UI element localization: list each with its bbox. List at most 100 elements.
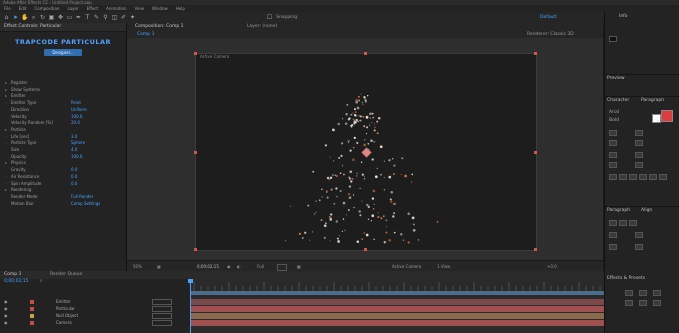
- preview-tab[interactable]: Preview: [607, 76, 625, 82]
- renderer-label[interactable]: Renderer: Classic 3D: [527, 31, 574, 38]
- clone-stamp-tool-icon[interactable]: ⚲: [102, 14, 109, 21]
- color-channel-icon[interactable]: ◐: [237, 263, 241, 270]
- effect-property-row[interactable]: ◦ Render Mode Full Render: [5, 194, 123, 199]
- effect-property-row[interactable]: ◦ Air Resistance 0.0: [5, 174, 123, 179]
- menu-help[interactable]: Help: [176, 5, 185, 12]
- paragraph-tab[interactable]: Paragraph: [641, 98, 664, 104]
- align-center-icon[interactable]: [619, 220, 627, 226]
- indent-right-icon[interactable]: [635, 232, 643, 238]
- effects-presets-tab[interactable]: Effects & Presets: [607, 276, 645, 282]
- font-style-select[interactable]: Bold: [609, 118, 619, 124]
- blend-mode-select[interactable]: [152, 299, 172, 305]
- layer-name[interactable]: Emitter: [56, 299, 71, 305]
- camera-select[interactable]: Active Camera: [392, 263, 421, 270]
- home-icon[interactable]: ⌂: [3, 14, 10, 21]
- timeline-search-icon[interactable]: ⌕: [40, 278, 43, 285]
- selection-tool-icon[interactable]: ➤: [12, 14, 19, 21]
- layer-name[interactable]: Camera: [56, 320, 72, 326]
- property-value[interactable]: Full Render: [71, 194, 93, 199]
- effect-property-row[interactable]: ◦ Direction Uniform: [5, 107, 123, 112]
- blend-mode-select[interactable]: [152, 313, 172, 319]
- grid-icon[interactable]: ▦: [157, 263, 161, 270]
- layer-label-color[interactable]: [30, 300, 34, 304]
- property-value[interactable]: 20.0: [71, 120, 80, 125]
- align-left-icon[interactable]: [609, 220, 617, 226]
- zoom-tool-icon[interactable]: ⌕: [30, 14, 37, 21]
- align-right-icon[interactable]: [629, 220, 637, 226]
- timeline-layer-row[interactable]: ◉ Null Object: [0, 313, 190, 319]
- stopwatch-icon[interactable]: ◦: [5, 154, 7, 159]
- playhead[interactable]: [190, 279, 191, 333]
- stopwatch-icon[interactable]: ◦: [5, 100, 7, 105]
- menu-edit[interactable]: Edit: [19, 5, 27, 12]
- hand-tool-icon[interactable]: ✋: [21, 14, 28, 21]
- timeline-current-time[interactable]: 0;00;02;15: [4, 278, 29, 285]
- effect-property-row[interactable]: ▸ Emitter: [5, 93, 123, 98]
- menu-composition[interactable]: Composition: [34, 5, 59, 12]
- exposure-value[interactable]: +0.0: [547, 263, 557, 270]
- baseline-shift-icon[interactable]: [609, 162, 617, 168]
- disclosure-triangle-icon[interactable]: ▸: [5, 87, 7, 92]
- property-value[interactable]: 100.0: [71, 114, 82, 119]
- stopwatch-icon[interactable]: ◦: [5, 174, 7, 179]
- render-queue-tab[interactable]: Render Queue: [50, 271, 82, 278]
- time-ruler[interactable]: [190, 279, 604, 291]
- visibility-eye-icon[interactable]: ◉: [4, 320, 8, 326]
- stopwatch-icon[interactable]: ◦: [5, 114, 7, 119]
- property-value[interactable]: 0.0: [71, 167, 77, 172]
- property-value[interactable]: Uniform: [71, 107, 87, 112]
- small-caps-icon[interactable]: [639, 174, 647, 180]
- snapping-checkbox-icon[interactable]: ☐: [266, 14, 273, 21]
- font-size-icon[interactable]: [609, 130, 617, 136]
- layer-name[interactable]: Null Object: [56, 313, 78, 319]
- effect-property-row[interactable]: ◦ Particle Type Sphere: [5, 140, 123, 145]
- eraser-tool-icon[interactable]: ◫: [111, 14, 118, 21]
- effect-property-row[interactable]: ◦ Opacity 100.0: [5, 154, 123, 159]
- effect-property-row[interactable]: ◦ Motion Blur Comp Settings: [5, 201, 123, 206]
- align-layer-center-icon[interactable]: [639, 290, 647, 296]
- rectangle-tool-icon[interactable]: ▭: [66, 14, 73, 21]
- stopwatch-icon[interactable]: ◦: [5, 201, 7, 206]
- faux-italic-icon[interactable]: [619, 174, 627, 180]
- vertical-scale-icon[interactable]: [609, 152, 617, 158]
- layer-name[interactable]: Particular: [56, 306, 75, 312]
- horizontal-scale-icon[interactable]: [635, 152, 643, 158]
- blend-mode-select[interactable]: [152, 320, 172, 326]
- stopwatch-icon[interactable]: ◦: [5, 181, 7, 186]
- disclosure-triangle-icon[interactable]: ▸: [5, 127, 7, 132]
- blend-mode-select[interactable]: [152, 306, 172, 312]
- effect-property-row[interactable]: ▸ Register: [5, 80, 123, 85]
- faux-bold-icon[interactable]: [609, 174, 617, 180]
- zoom-level[interactable]: 50%: [133, 263, 142, 270]
- effect-property-row[interactable]: ◦ Life [sec] 3.0: [5, 134, 123, 139]
- disclosure-triangle-icon[interactable]: ▸: [5, 187, 7, 192]
- layer-label-color[interactable]: [30, 307, 34, 311]
- effect-property-row[interactable]: ◦ Velocity Random [%] 20.0: [5, 120, 123, 125]
- designer-button[interactable]: Designer...: [44, 49, 82, 56]
- layer-tab[interactable]: Layer: (none): [247, 23, 277, 30]
- paragraph-panel-tab[interactable]: Paragraph: [607, 208, 630, 214]
- layer-duration-bar[interactable]: [190, 320, 604, 326]
- tracking-icon[interactable]: [635, 140, 643, 146]
- timeline-layer-row[interactable]: ◉ Emitter: [0, 299, 190, 305]
- layer-duration-bar[interactable]: [190, 299, 604, 305]
- rotate-tool-icon[interactable]: ↻: [39, 14, 46, 21]
- distribute-middle-icon[interactable]: [639, 300, 647, 306]
- current-time[interactable]: 0;00;02;15: [197, 263, 219, 270]
- effect-property-row[interactable]: ◦ Spin Amplitude 0.0: [5, 181, 123, 186]
- distribute-top-icon[interactable]: [625, 300, 633, 306]
- align-layer-left-icon[interactable]: [625, 290, 633, 296]
- brush-tool-icon[interactable]: ✎: [93, 14, 100, 21]
- kerning-icon[interactable]: [609, 140, 617, 146]
- timeline-comp-tab[interactable]: Comp 1: [4, 271, 21, 278]
- type-tool-icon[interactable]: T: [84, 14, 91, 21]
- property-value[interactable]: 4.0: [71, 147, 77, 152]
- effect-property-row[interactable]: ▸ Show Systems: [5, 87, 123, 92]
- font-family-select[interactable]: Arial: [609, 110, 619, 116]
- disclosure-triangle-icon[interactable]: ▸: [5, 80, 7, 85]
- playhead-cap[interactable]: [188, 279, 193, 283]
- property-value[interactable]: Point: [71, 100, 81, 105]
- stopwatch-icon[interactable]: ◦: [5, 140, 7, 145]
- roto-brush-tool-icon[interactable]: ✐: [120, 14, 127, 21]
- stopwatch-icon[interactable]: ◦: [5, 194, 7, 199]
